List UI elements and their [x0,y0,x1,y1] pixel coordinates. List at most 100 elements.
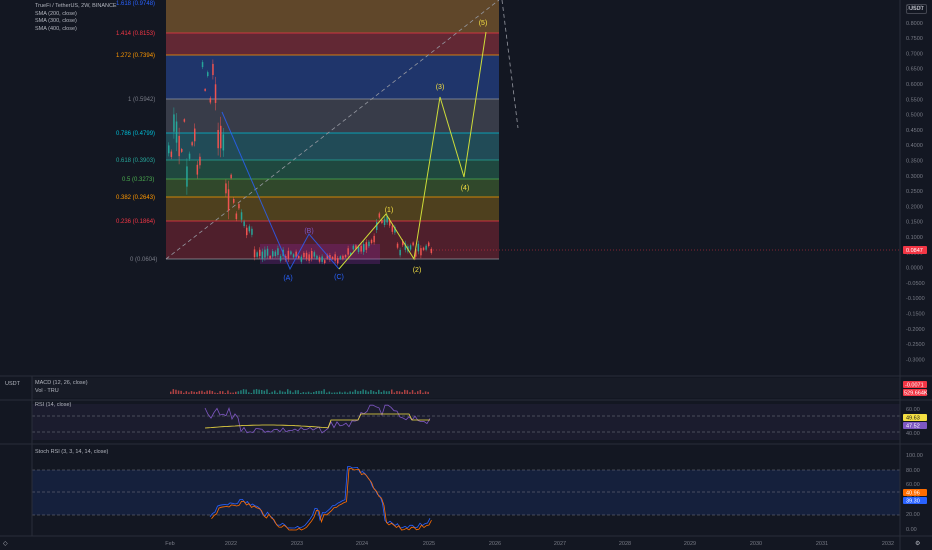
macd-bar [331,392,333,394]
fib-zone-0382 [166,197,499,221]
fib-zone-1414 [166,33,499,55]
candle-body [272,251,274,257]
candle-body [186,166,188,187]
left-currency-label[interactable]: USDT [5,381,20,387]
macd-bar [300,392,302,394]
price-tick: 0.5000 [906,113,923,119]
settings-icon[interactable]: ◇ [3,540,8,547]
wave-label-3: (3) [436,84,445,91]
macd-bar [302,392,305,394]
price-tick: 0.6000 [906,82,923,88]
price-tick: 0.7000 [906,51,923,57]
time-tick: 2027 [554,541,566,547]
stoch-tick-0: 0.00 [906,527,917,533]
candle-body [196,164,199,175]
chart-window: { "header": { "title": "TrueFi / TetherU… [0,0,932,550]
price-tick: 0.0000 [906,266,923,272]
currency-button[interactable]: USDT [906,4,927,14]
gear-icon[interactable]: ⚙ [915,540,920,547]
macd-bar [172,389,175,394]
macd-bar [411,390,414,394]
sma-300-label[interactable]: SMA (300, close) [35,18,117,26]
rsi-tick-40: 40.00 [906,431,920,437]
macd-bar [385,391,388,394]
macd-bar [346,392,349,394]
macd-bar [175,389,177,394]
macd-bar [294,390,297,394]
stoch-legend[interactable]: Stoch RSI (3, 3, 14, 14, close) [35,449,108,455]
macd-bar [339,391,341,394]
candle-body [194,128,196,142]
macd-bar [214,392,216,394]
candle-body [428,242,430,246]
price-tick: 0.4000 [906,143,923,149]
macd-bar [362,389,364,394]
projection-dashed-line[interactable] [501,0,519,129]
macd-bar [409,392,411,394]
time-axis[interactable]: Feb 2022 2023 2024 2025 2026 2027 2028 2029 2030 2… [165,541,894,547]
macd-bar [292,392,294,394]
price-tick: -0.2000 [906,327,925,333]
macd-bar [180,390,182,394]
price-tick: 0.6500 [906,67,923,73]
macd-bar [237,391,240,394]
macd-legend[interactable]: MACD (12, 26, close) [35,380,88,386]
time-tick: 2030 [750,541,762,547]
fib-label-05: 0.5 (0.3273) [122,177,154,183]
sma-200-label[interactable]: SMA (200, close) [35,11,117,19]
macd-bar [372,391,375,394]
candle-body [230,174,232,179]
price-tick: 0.4500 [906,128,923,134]
wave-label-2: (2) [413,267,422,274]
fib-label-1618: 1.618 (0.9748) [116,1,155,7]
macd-bar [219,391,221,394]
price-tick: -0.1500 [906,312,925,318]
candle-body [360,245,362,252]
candle-body [290,251,292,255]
price-tick: 0.2500 [906,189,923,195]
sma-400-label[interactable]: SMA (400, close) [35,26,117,34]
candle-body [378,213,381,218]
price-chart[interactable]: 1.618 (0.9748) 1.414 (0.8153) 1.272 (0.7… [0,0,932,550]
macd-bar [268,392,271,394]
candle-body [233,198,235,203]
candle-body [370,239,373,244]
macd-bar [310,392,312,394]
price-axis[interactable]: 0.85000.80000.75000.70000.65000.60000.55… [906,6,925,364]
macd-bar [370,390,372,394]
wave-label-1: (1) [385,207,394,214]
stoch-tick-80: 80.00 [906,468,920,474]
macd-bar [375,391,377,394]
price-tick: 0.8000 [906,21,923,27]
macd-bar [193,391,195,394]
candle-body [225,183,227,194]
macd-bar [391,389,393,394]
macd-bar [414,392,416,394]
time-tick: 2029 [684,541,696,547]
candle-body [422,247,425,251]
macd-bar [185,391,188,394]
time-tick: 2022 [225,541,237,547]
candle-body [259,249,261,256]
stoch-k-value: 39.30 [906,499,920,505]
macd-bar [276,392,279,394]
macd-bar [274,390,276,394]
candle-body [253,249,256,258]
macd-bar [209,390,211,394]
macd-bar [198,390,201,394]
chart-legend[interactable]: TrueFi / TetherUS, 2W, BINANCE SMA (200,… [35,3,117,33]
symbol-title[interactable]: TrueFi / TetherUS, 2W, BINANCE [35,3,117,11]
macd-bar [352,391,354,394]
current-price-value: 0.0847 [906,248,923,254]
macd-bar [336,392,338,394]
time-tick: 2028 [619,541,631,547]
candle-body [178,135,180,157]
macd-bar [424,391,427,394]
candle-body [279,256,282,261]
rsi-legend[interactable]: RSI (14, close) [35,402,71,408]
macd-bar [396,391,398,394]
macd-bar [315,391,318,394]
candle-body [305,252,308,259]
candle-body [373,235,375,243]
vol-legend[interactable]: Vol · TRU [35,388,59,394]
